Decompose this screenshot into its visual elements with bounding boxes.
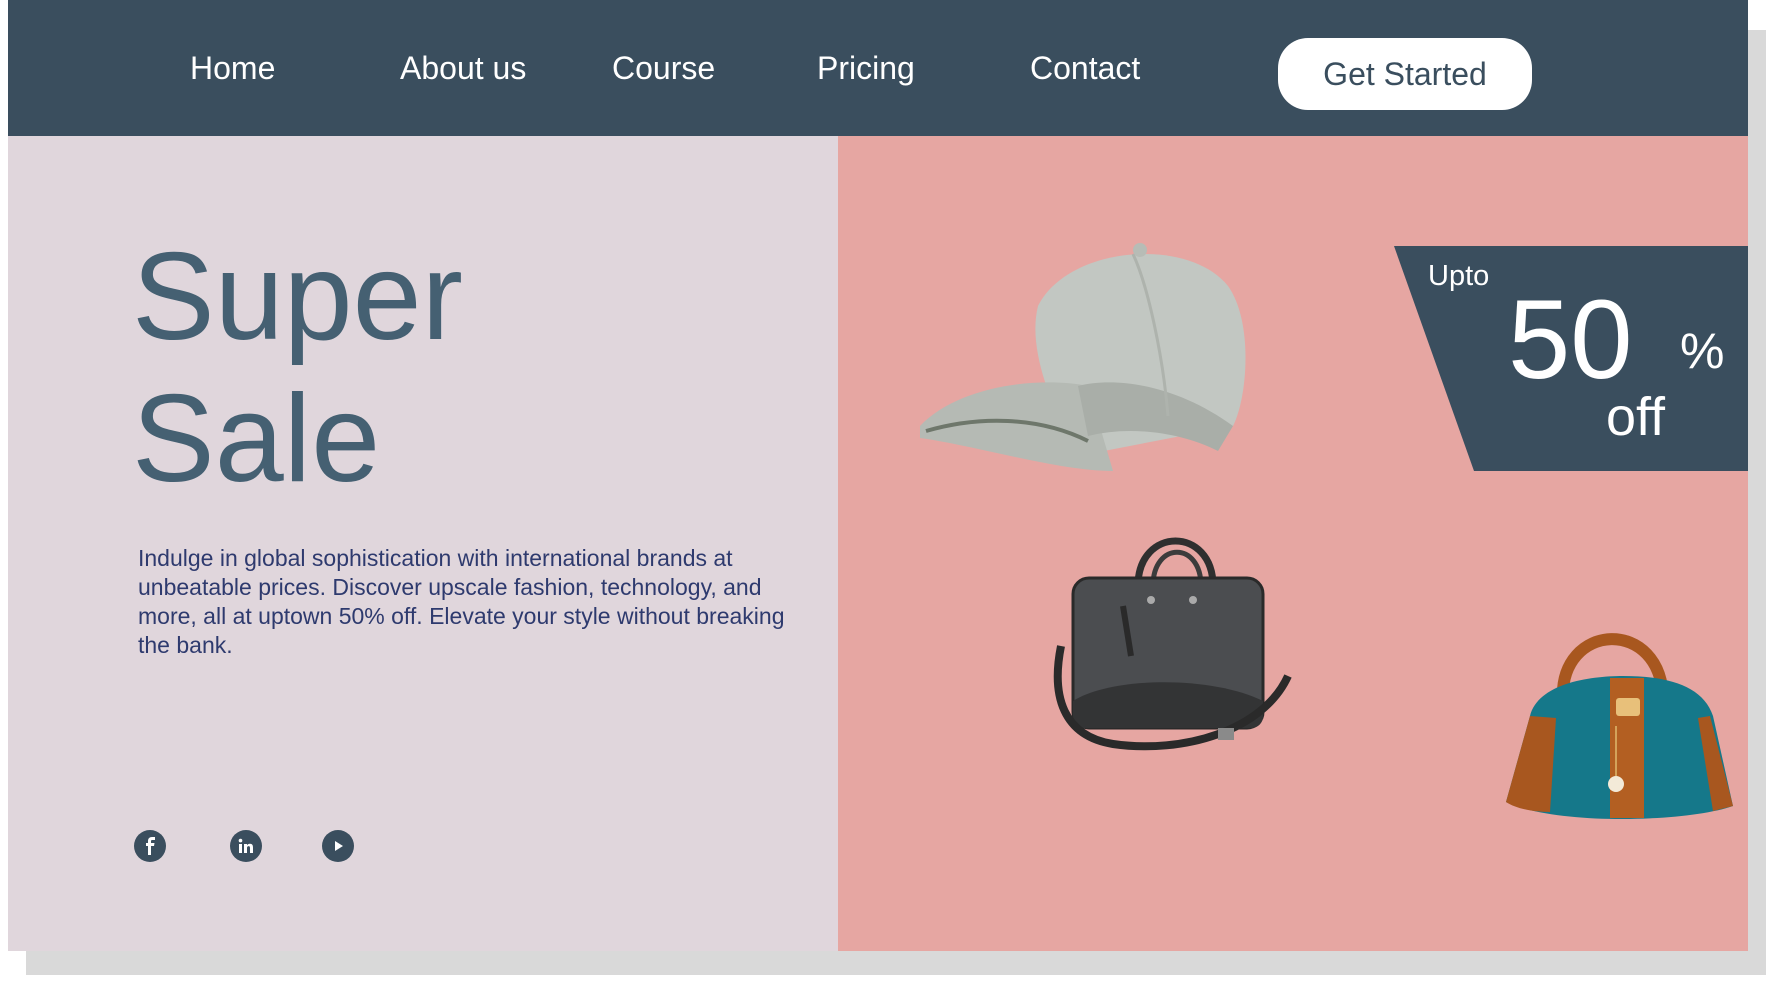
nav-link-home[interactable]: Home (190, 50, 275, 87)
badge-prefix: Upto (1428, 260, 1490, 292)
badge-percent-sign: % (1680, 323, 1725, 379)
discount-badge: Upto 50 % off (1394, 246, 1748, 471)
headline-line-2: Sale (132, 370, 381, 508)
laptop-bag-product-image (1053, 537, 1292, 751)
handbag-product-image (1506, 633, 1733, 819)
nav-link-contact[interactable]: Contact (1030, 50, 1140, 87)
hero-description: Indulge in global sophistication with in… (138, 545, 785, 658)
get-started-button[interactable]: Get Started (1278, 38, 1532, 110)
hero-headline: Super Sale (132, 226, 463, 510)
badge-percent: 50 (1508, 277, 1633, 402)
nav-link-course[interactable]: Course (612, 50, 715, 87)
headline-line-1: Super (132, 228, 463, 366)
nav-link-pricing[interactable]: Pricing (817, 50, 915, 87)
hero-right-panel: Upto 50 % off (838, 136, 1748, 951)
linkedin-icon[interactable] (230, 830, 262, 862)
cap-product-image (920, 243, 1246, 471)
youtube-icon[interactable] (322, 830, 354, 862)
hero-left-panel: Super Sale Indulge in global sophisticat… (8, 136, 838, 951)
nav-link-about-us[interactable]: About us (400, 50, 526, 87)
facebook-icon[interactable] (134, 830, 166, 862)
badge-suffix: off (1606, 387, 1666, 447)
landing-page: Home About us Course Pricing Contact Get… (8, 0, 1748, 951)
top-navigation: Home About us Course Pricing Contact Get… (8, 0, 1748, 136)
